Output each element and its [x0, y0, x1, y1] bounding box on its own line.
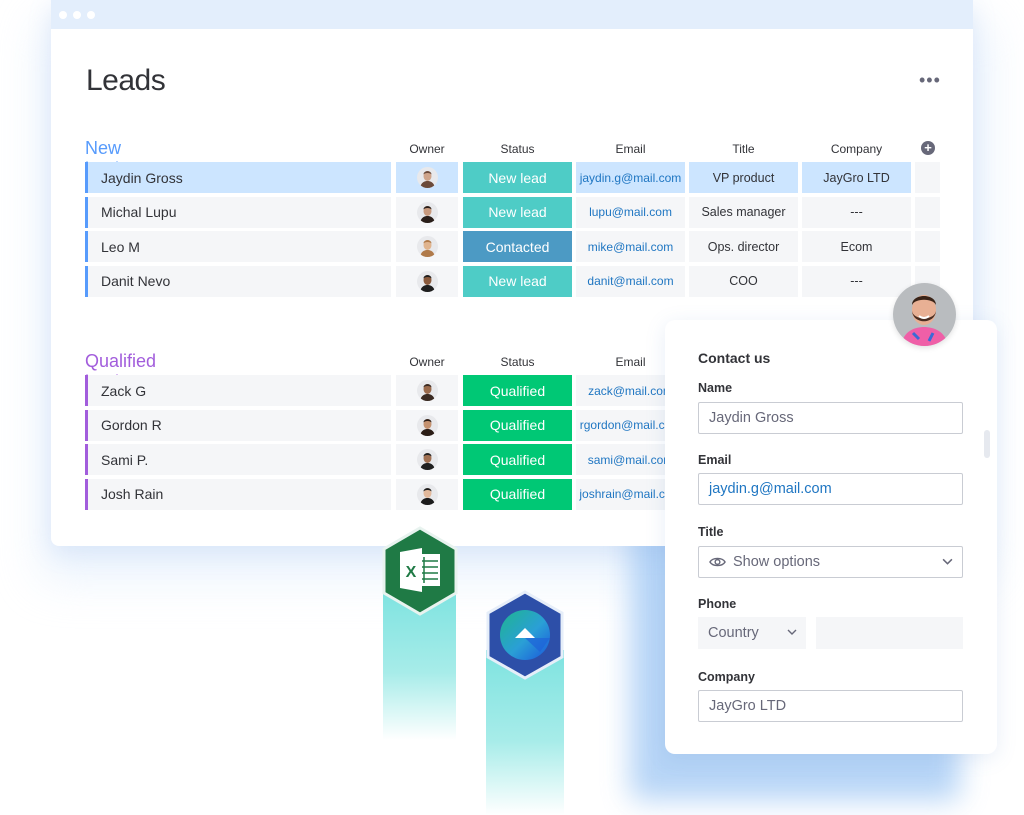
status-cell[interactable]: Qualified [463, 375, 572, 406]
column-header-email[interactable]: Email [576, 142, 685, 156]
leads-hero: Leads ••• New leads Owner Status Email T… [0, 0, 1024, 815]
lead-name-cell[interactable]: Danit Nevo [85, 265, 391, 297]
status-cell[interactable]: Qualified [463, 478, 572, 510]
status-cell[interactable]: Qualified [463, 409, 572, 441]
email-cell[interactable]: mike@mail.com [576, 231, 685, 262]
owner-avatar-icon [416, 236, 438, 257]
title-select[interactable]: Show options [698, 546, 963, 578]
form-heading: Contact us [698, 350, 771, 366]
owner-cell[interactable] [396, 265, 458, 297]
status-cell[interactable]: Contacted [463, 231, 572, 262]
owner-avatar-icon [416, 483, 438, 505]
page-title: Leads [86, 64, 166, 97]
person-avatar-icon [893, 283, 956, 346]
company-label: Company [698, 670, 755, 684]
window-dot-icon [73, 10, 81, 19]
empty-cell[interactable] [915, 231, 940, 262]
column-header-status[interactable]: Status [463, 142, 572, 156]
column-header-title[interactable]: Title [689, 142, 798, 156]
lead-name-cell[interactable]: Sami P. [85, 444, 391, 475]
lead-name-cell[interactable]: Jaydin Gross [85, 162, 391, 193]
company-field[interactable]: JayGro LTD [698, 690, 963, 722]
column-header-status[interactable]: Status [463, 355, 572, 369]
name-label: Name [698, 381, 733, 395]
column-header-owner[interactable]: Owner [396, 142, 458, 156]
eye-icon [709, 557, 726, 567]
company-cell[interactable]: JayGro LTD [802, 162, 911, 193]
status-cell[interactable]: New lead [463, 265, 572, 297]
email-cell[interactable]: lupu@mail.com [576, 196, 685, 228]
empty-cell[interactable] [915, 196, 940, 228]
owner-cell[interactable] [396, 478, 458, 510]
owner-cell[interactable] [396, 409, 458, 441]
company-cell[interactable]: --- [802, 196, 911, 228]
title-cell[interactable]: VP product [689, 162, 798, 193]
svg-text:X: X [406, 564, 417, 581]
owner-avatar-icon [416, 201, 438, 223]
app-logo-icon[interactable] [484, 590, 566, 680]
window-dot-icon [59, 10, 67, 19]
owner-cell[interactable] [396, 231, 458, 262]
window-dot-icon [87, 10, 95, 19]
company-cell[interactable]: --- [802, 265, 911, 297]
lead-name-cell[interactable]: Leo M [85, 231, 391, 262]
owner-avatar-icon [416, 167, 438, 188]
lead-name-cell[interactable]: Michal Lupu [85, 196, 391, 228]
title-cell[interactable]: Ops. director [689, 231, 798, 262]
status-cell[interactable]: New lead [463, 196, 572, 228]
country-select[interactable]: Country [698, 617, 806, 649]
column-header-company[interactable]: Company [802, 142, 911, 156]
owner-cell[interactable] [396, 196, 458, 228]
company-cell[interactable]: Ecom [802, 231, 911, 262]
owner-cell[interactable] [396, 162, 458, 193]
phone-label: Phone [698, 597, 737, 611]
window-titlebar [51, 0, 973, 29]
status-cell[interactable]: New lead [463, 162, 572, 193]
title-cell[interactable]: COO [689, 265, 798, 297]
phone-field[interactable] [816, 617, 963, 649]
title-select-value: Show options [733, 554, 821, 570]
email-label: Email [698, 453, 732, 467]
owner-cell[interactable] [396, 444, 458, 475]
status-cell[interactable]: Qualified [463, 444, 572, 475]
empty-cell[interactable] [915, 162, 940, 193]
lead-name-cell[interactable]: Zack G [85, 375, 391, 406]
owner-cell[interactable] [396, 375, 458, 406]
excel-icon[interactable]: X [380, 526, 460, 616]
lead-name-cell[interactable]: Gordon R [85, 409, 391, 441]
add-column-button[interactable]: + [921, 141, 935, 155]
contact-avatar [893, 283, 956, 346]
title-label: Title [698, 525, 724, 539]
owner-avatar-icon [416, 380, 438, 401]
form-scrollbar[interactable] [984, 430, 990, 458]
more-options-button[interactable]: ••• [919, 70, 941, 91]
owner-avatar-icon [416, 449, 438, 470]
owner-avatar-icon [416, 270, 438, 292]
name-field[interactable]: Jaydin Gross [698, 402, 963, 434]
email-field[interactable]: jaydin.g@mail.com [698, 473, 963, 505]
chevron-down-icon [787, 629, 797, 635]
chevron-down-icon [942, 558, 953, 565]
title-cell[interactable]: Sales manager [689, 196, 798, 228]
lead-name-cell[interactable]: Josh Rain [85, 478, 391, 510]
country-select-value: Country [708, 625, 759, 641]
email-cell[interactable]: danit@mail.com [576, 265, 685, 297]
email-cell[interactable]: jaydin.g@mail.com [576, 162, 685, 193]
owner-avatar-icon [416, 414, 438, 436]
contact-form: Contact us Name Jaydin Gross Email jaydi… [665, 320, 997, 754]
column-header-owner[interactable]: Owner [396, 355, 458, 369]
